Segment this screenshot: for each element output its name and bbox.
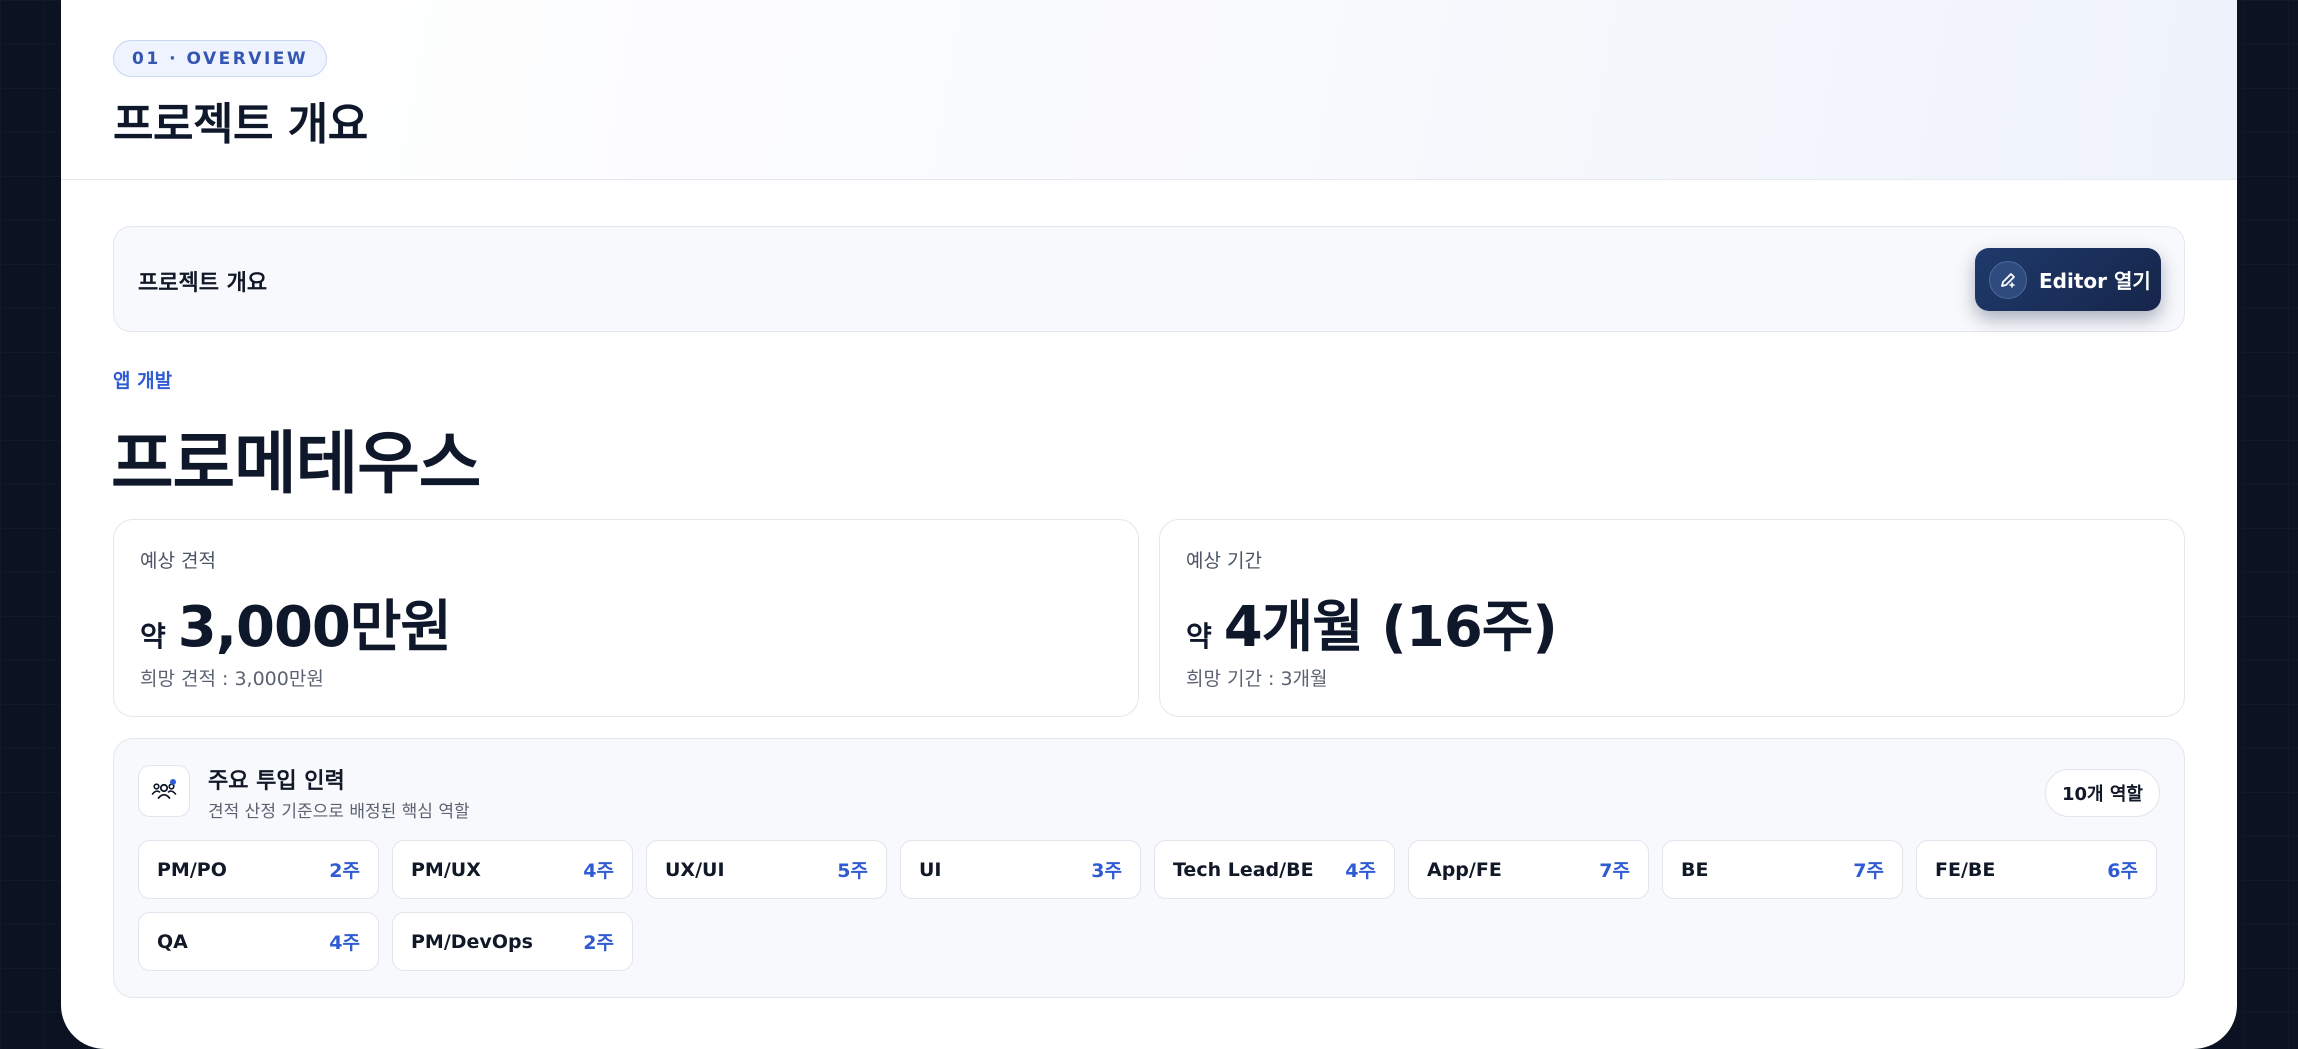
pen-edit-icon: [1989, 260, 2027, 299]
overview-card: 01 · OVERVIEW 프로젝트 개요 프로젝트 개요 Editor 열기 …: [61, 0, 2237, 1049]
role-chip: PM/PO 2주: [138, 840, 379, 899]
stat-prefix: 약: [1186, 620, 1212, 653]
role-chip: UI 3주: [900, 840, 1141, 899]
project-name: 프로메테우스: [111, 425, 481, 504]
role-duration: 4주: [329, 932, 360, 954]
stat-main-value: 4개월 (16주): [1223, 595, 1558, 660]
role-duration: 5주: [837, 860, 868, 882]
stat-value: 약 4개월 (16주): [1186, 582, 1558, 663]
estimate-cost-card: 예상 견적 약 3,000만원 희망 견적 : 3,000만원: [113, 519, 1139, 717]
stat-sub: 희망 견적 : 3,000만원: [140, 668, 324, 690]
role-chip: QA 4주: [138, 912, 379, 971]
stat-prefix: 약: [140, 620, 166, 653]
stat-main-value: 3,000만원: [177, 595, 452, 660]
open-editor-button[interactable]: Editor 열기: [1975, 248, 2161, 311]
role-name: PM/PO: [157, 858, 227, 881]
team-title: 주요 투입 인력: [208, 769, 345, 794]
role-duration: 3주: [1091, 860, 1122, 882]
section-header: 01 · OVERVIEW 프로젝트 개요: [61, 0, 2237, 180]
overview-toolbar: 프로젝트 개요 Editor 열기: [113, 226, 2185, 332]
role-chip: PM/DevOps 2주: [392, 912, 633, 971]
section-badge: 01 · OVERVIEW: [113, 40, 328, 77]
role-chip: PM/UX 4주: [392, 840, 633, 899]
page-title: 프로젝트 개요: [113, 99, 368, 150]
role-name: App/FE: [1427, 858, 1502, 881]
role-name: UI: [919, 858, 942, 881]
role-name: PM/DevOps: [411, 930, 533, 953]
role-chip: UX/UI 5주: [646, 840, 887, 899]
role-chip: App/FE 7주: [1408, 840, 1649, 899]
stat-label: 예상 견적: [140, 550, 216, 572]
toolbar-label: 프로젝트 개요: [138, 271, 268, 296]
role-duration: 2주: [583, 932, 614, 954]
role-chip: FE/BE 6주: [1916, 840, 2157, 899]
role-name: FE/BE: [1935, 858, 1996, 881]
estimate-period-card: 예상 기간 약 4개월 (16주) 희망 기간 : 3개월: [1159, 519, 2185, 717]
team-subtitle: 견적 산정 기준으로 배정된 핵심 역할: [208, 802, 470, 822]
team-people-icon: [138, 765, 190, 817]
role-list: PM/PO 2주 PM/UX 4주 UX/UI 5주 UI 3주 Tech Lead/B…: [138, 840, 2164, 971]
open-editor-label: Editor 열기: [2039, 269, 2151, 293]
role-duration: 7주: [1853, 860, 1884, 882]
role-count-badge: 10개 역할: [2045, 769, 2160, 817]
role-duration: 6주: [2107, 860, 2138, 882]
role-name: Tech Lead/BE: [1173, 858, 1314, 881]
role-chip: BE 7주: [1662, 840, 1903, 899]
stat-sub: 희망 기간 : 3개월: [1186, 668, 1328, 690]
team-section: 주요 투입 인력 견적 산정 기준으로 배정된 핵심 역할 10개 역할 PM/…: [113, 738, 2185, 998]
role-name: QA: [157, 930, 188, 953]
role-name: PM/UX: [411, 858, 481, 881]
project-category: 앱 개발: [113, 370, 173, 392]
role-duration: 2주: [329, 860, 360, 882]
role-name: UX/UI: [665, 858, 725, 881]
role-duration: 7주: [1599, 860, 1630, 882]
role-name: BE: [1681, 858, 1709, 881]
role-chip: Tech Lead/BE 4주: [1154, 840, 1395, 899]
role-duration: 4주: [583, 860, 614, 882]
stat-label: 예상 기간: [1186, 550, 1262, 572]
role-duration: 4주: [1345, 860, 1376, 882]
stat-value: 약 3,000만원: [140, 582, 452, 663]
